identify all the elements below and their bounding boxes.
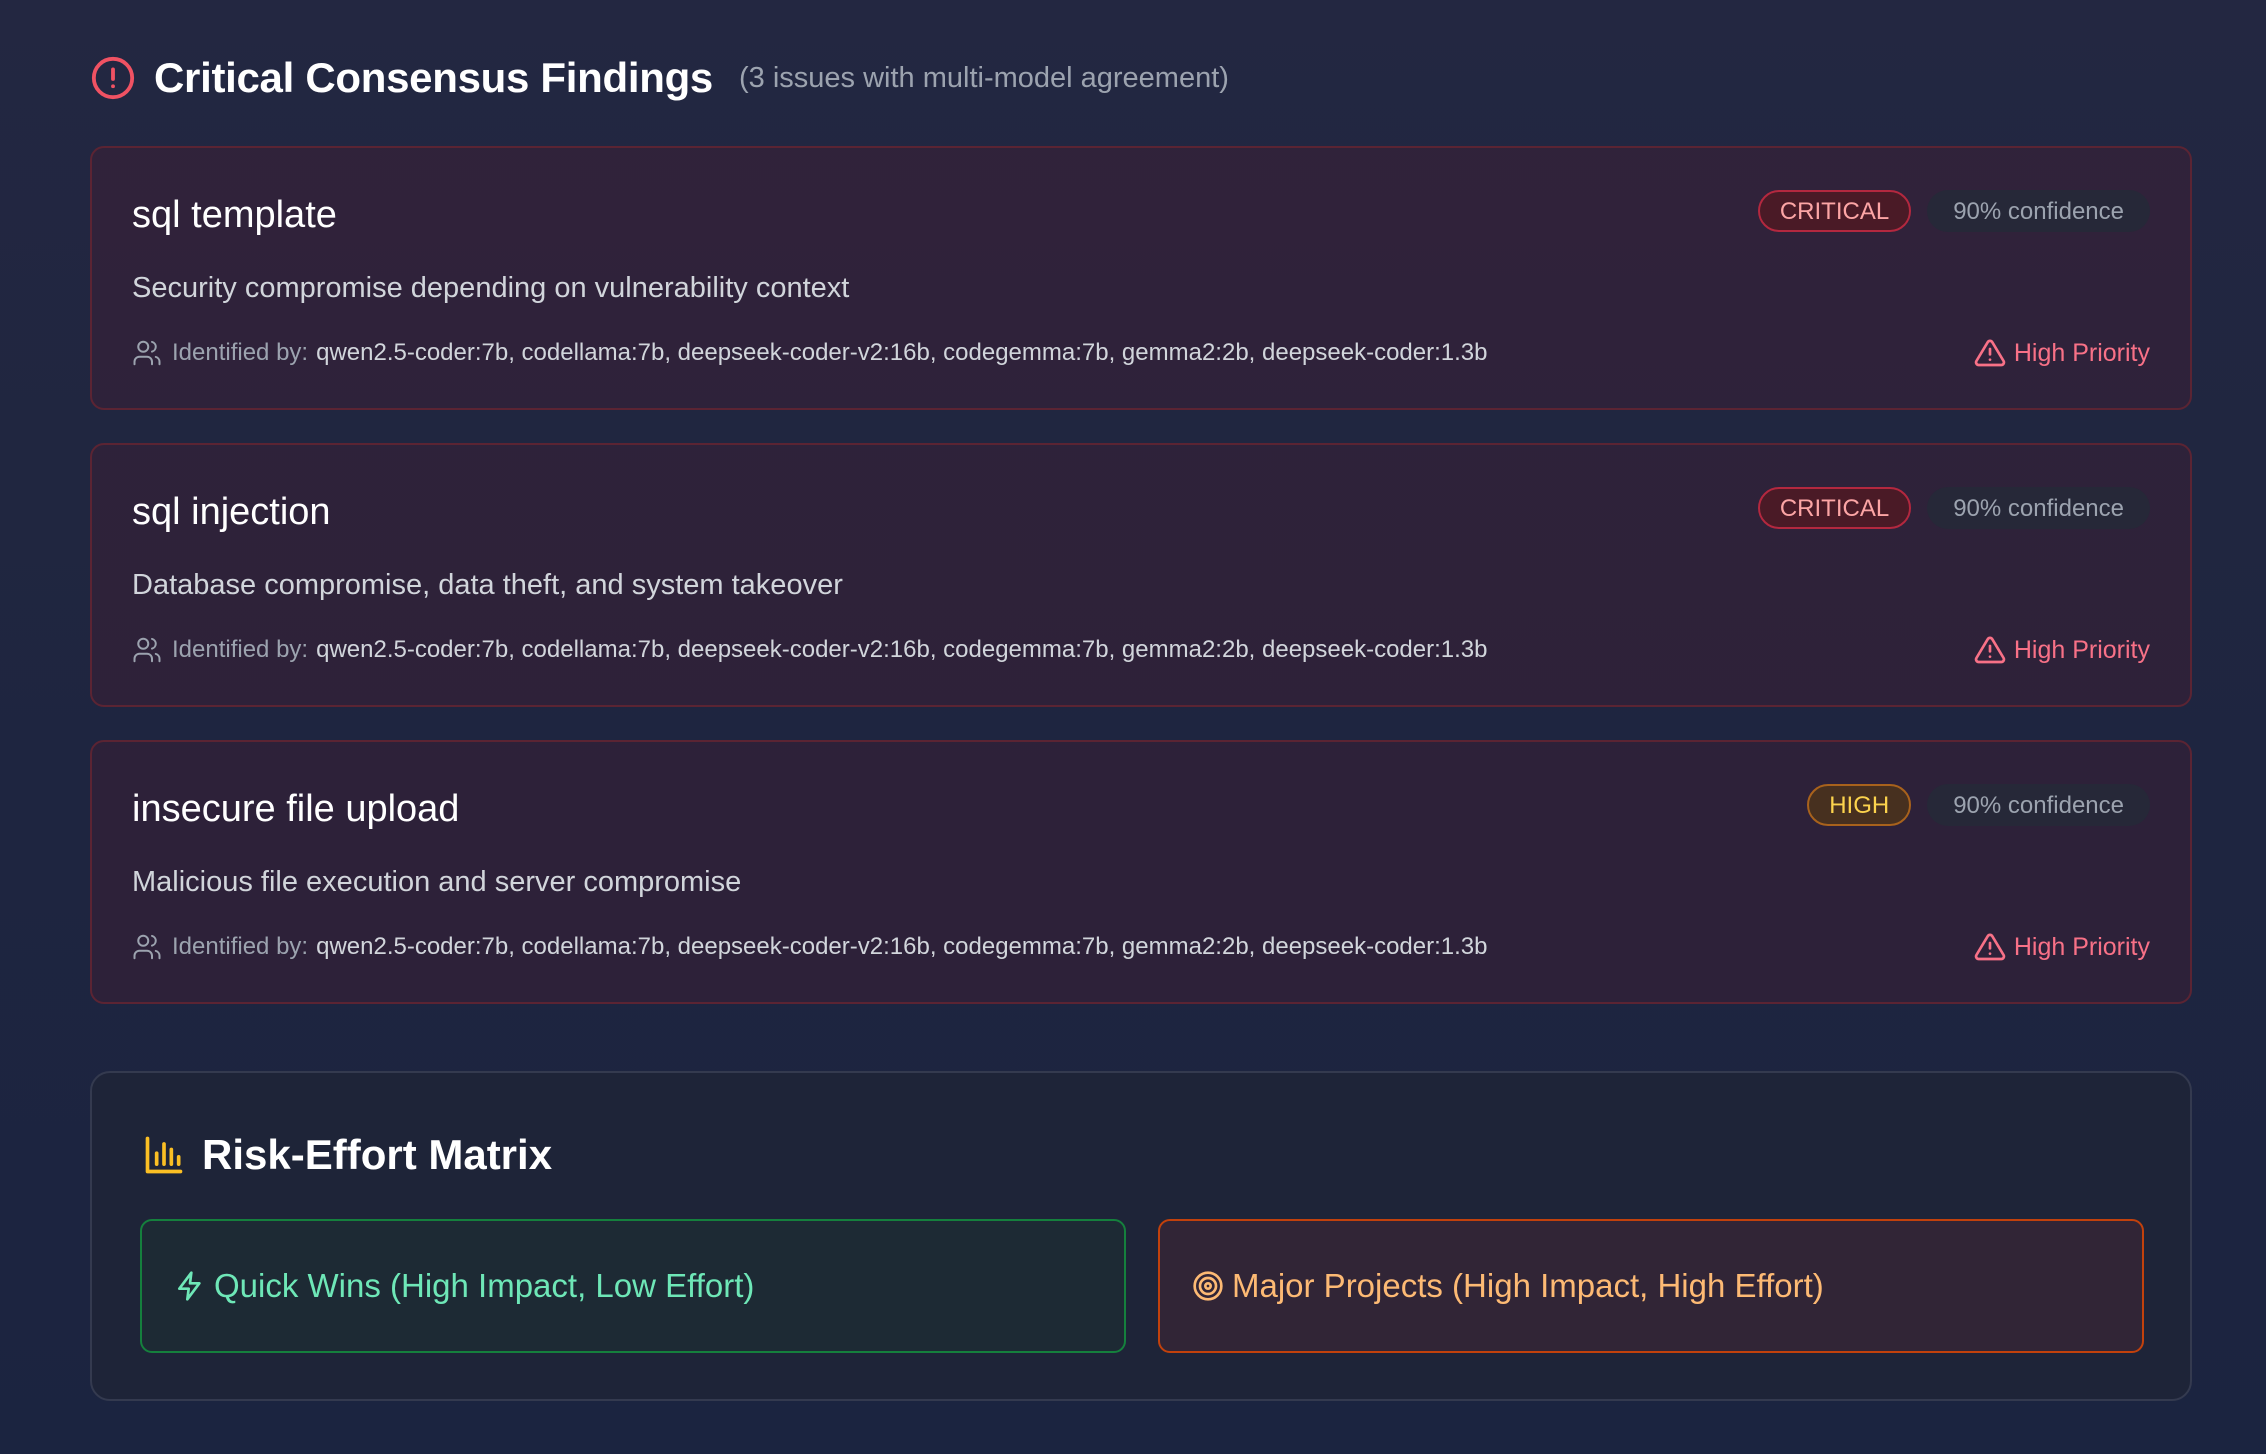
finding-identified-by: Identified by: qwen2.5-coder:7b, codella… — [132, 930, 1488, 964]
confidence-badge: 90% confidence — [1927, 190, 2150, 232]
risk-effort-matrix: Risk-Effort Matrix Quick Wins (High Impa… — [90, 1071, 2192, 1401]
users-icon — [133, 340, 161, 366]
model-list: qwen2.5-coder:7b, codellama:7b, deepseek… — [316, 339, 1488, 366]
confidence-badge: 90% confidence — [1927, 487, 2150, 529]
severity-badge: CRITICAL — [1757, 487, 1912, 529]
finding-title: sql template — [132, 194, 337, 236]
finding-description: Database compromise, data theft, and sys… — [132, 569, 843, 601]
matrix-title: Risk-Effort Matrix — [202, 1131, 553, 1178]
target-icon — [1193, 1271, 1223, 1301]
model-list: qwen2.5-coder:7b, codellama:7b, deepseek… — [316, 636, 1488, 663]
priority-indicator: High Priority — [1974, 930, 2150, 964]
users-icon — [133, 934, 161, 960]
priority-indicator: High Priority — [1974, 336, 2150, 370]
quadrant-quick-wins[interactable]: Quick Wins (High Impact, Low Effort) — [140, 1219, 1126, 1353]
bar-chart-icon — [145, 1136, 183, 1174]
finding-card[interactable]: sql injection CRITICAL 90% confidence Da… — [90, 443, 2192, 707]
severity-badge: HIGH — [1807, 784, 1912, 826]
warning-triangle-icon — [1974, 933, 2006, 961]
finding-badges: CRITICAL 90% confidence — [1757, 487, 2150, 529]
page-title: Critical Consensus Findings — [154, 54, 713, 101]
quadrant-label: Major Projects (High Impact, High Effort… — [1232, 1267, 1824, 1304]
findings-header: Critical Consensus Findings (3 issues wi… — [90, 50, 1229, 106]
priority-label: High Priority — [2013, 932, 2150, 961]
priority-label: High Priority — [2013, 338, 2150, 367]
identified-by-label: Identified by: — [172, 636, 309, 663]
finding-badges: HIGH 90% confidence — [1807, 784, 2150, 826]
identified-by-label: Identified by: — [172, 933, 309, 960]
finding-description: Security compromise depending on vulnera… — [132, 272, 850, 304]
warning-triangle-icon — [1974, 636, 2006, 664]
finding-card[interactable]: sql template CRITICAL 90% confidence Sec… — [90, 146, 2192, 410]
priority-indicator: High Priority — [1974, 633, 2150, 667]
identified-by-label: Identified by: — [172, 339, 309, 366]
lightning-icon — [178, 1271, 201, 1301]
model-list: qwen2.5-coder:7b, codellama:7b, deepseek… — [316, 933, 1488, 960]
users-icon — [133, 637, 161, 663]
confidence-badge: 90% confidence — [1927, 784, 2150, 826]
finding-description: Malicious file execution and server comp… — [132, 866, 742, 898]
page-subtitle: (3 issues with multi-model agreement) — [738, 61, 1229, 94]
finding-card[interactable]: insecure file upload HIGH 90% confidence… — [90, 740, 2192, 1004]
quadrant-major-projects[interactable]: Major Projects (High Impact, High Effort… — [1158, 1219, 2144, 1353]
finding-badges: CRITICAL 90% confidence — [1757, 190, 2150, 232]
finding-title: sql injection — [132, 491, 331, 533]
priority-label: High Priority — [2013, 635, 2150, 664]
severity-badge: CRITICAL — [1757, 190, 1912, 232]
warning-triangle-icon — [1974, 339, 2006, 367]
finding-identified-by: Identified by: qwen2.5-coder:7b, codella… — [132, 336, 1488, 370]
alert-circle-icon — [91, 56, 135, 100]
quadrant-label: Quick Wins (High Impact, Low Effort) — [214, 1267, 755, 1304]
matrix-header: Risk-Effort Matrix — [142, 1127, 552, 1183]
finding-title: insecure file upload — [132, 788, 460, 830]
finding-identified-by: Identified by: qwen2.5-coder:7b, codella… — [132, 633, 1488, 667]
